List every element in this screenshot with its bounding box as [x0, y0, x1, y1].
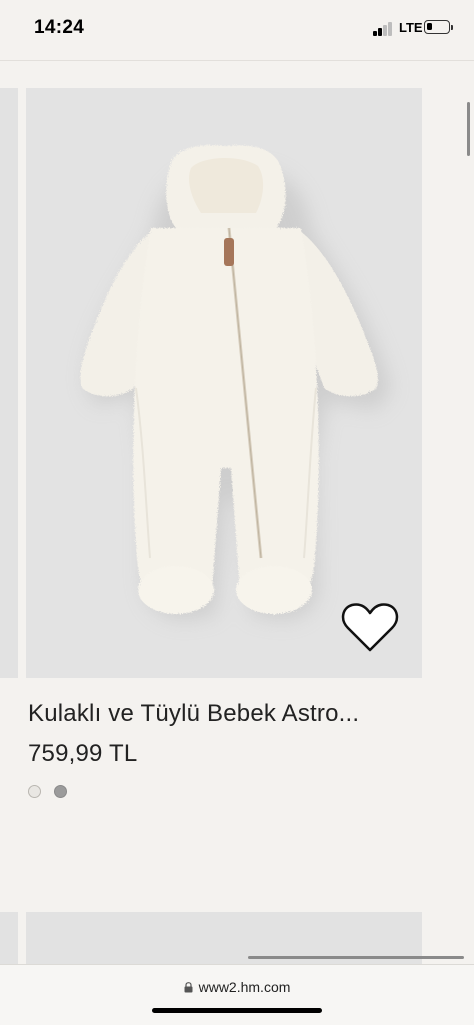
battery-icon — [424, 20, 450, 34]
header-divider — [0, 60, 474, 61]
battery-tip — [451, 25, 453, 30]
network-label: LTE — [399, 20, 423, 35]
wishlist-button[interactable] — [340, 598, 400, 658]
product-title[interactable]: Kulaklı ve Tüylü Bebek Astro... — [28, 700, 448, 728]
url-text: www2.hm.com — [198, 979, 291, 995]
product-price: 759,99 TL — [28, 740, 138, 767]
scrollbar[interactable] — [467, 102, 470, 156]
page-load-progress — [248, 956, 464, 959]
heart-outline-icon — [341, 603, 399, 652]
lock-icon — [184, 982, 193, 993]
signal-icon — [373, 22, 395, 36]
next-product-card[interactable] — [26, 912, 422, 972]
product-image[interactable] — [26, 88, 422, 678]
next-product-card-left[interactable] — [0, 912, 18, 972]
status-time: 14:24 — [34, 17, 85, 38]
previous-product-card[interactable] — [0, 88, 18, 678]
swatch-white[interactable] — [28, 785, 41, 798]
swatch-grey[interactable] — [54, 785, 67, 798]
address-bar[interactable]: www2.hm.com — [0, 979, 474, 995]
status-bar: 14:24 LTE — [0, 0, 474, 60]
teddy-romper-image — [80, 145, 391, 620]
home-indicator[interactable] — [152, 1008, 322, 1013]
